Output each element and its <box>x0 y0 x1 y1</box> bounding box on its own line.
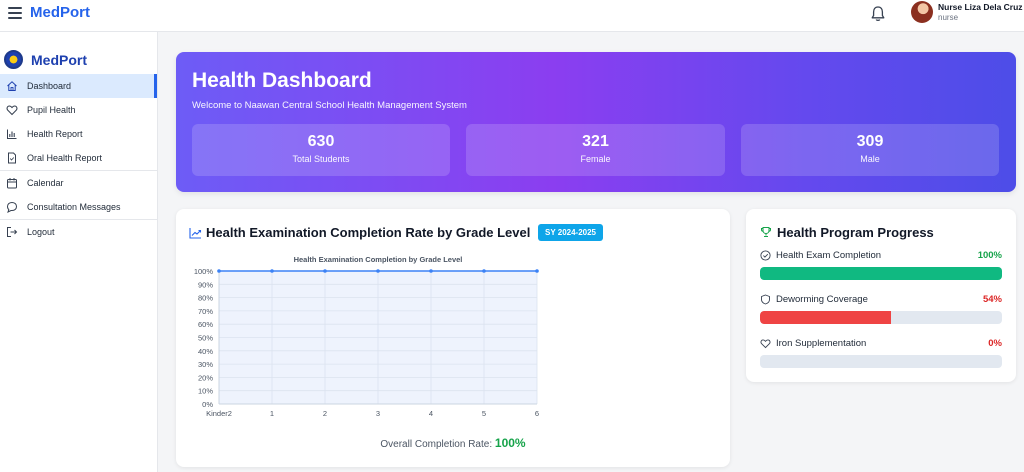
progress-label: Deworming Coverage <box>776 293 868 305</box>
progress-track <box>760 267 1002 280</box>
x-tick-label: Kinder2 <box>206 409 232 418</box>
user-role: nurse <box>938 13 959 22</box>
notification-bell-icon[interactable] <box>870 5 886 23</box>
progress-percent: 54% <box>982 293 1002 305</box>
sidebar-brand-text: MedPort <box>31 51 87 68</box>
completion-rate-card: Health Examination Completion Rate by Gr… <box>176 209 730 467</box>
trophy-icon <box>761 227 771 237</box>
y-tick-label: 50% <box>198 334 213 343</box>
heart-icon <box>760 338 771 348</box>
calendar-icon <box>7 178 17 189</box>
heart-icon <box>6 105 18 116</box>
data-point <box>535 269 539 273</box>
y-tick-label: 70% <box>198 307 213 316</box>
document-icon <box>8 152 16 164</box>
data-point <box>482 269 486 273</box>
stat-male: 309 Male <box>741 124 999 176</box>
progress-iron-supplementation: Iron Supplementation 0% <box>760 336 1002 368</box>
data-point <box>270 269 274 273</box>
y-tick-label: 100% <box>194 267 214 276</box>
completion-line-chart: Health Examination Completion by Grade L… <box>194 255 539 418</box>
top-bar: MedPort Nurse Liza Dela Cruz nurse <box>0 0 1024 32</box>
sidebar-item-label: Logout <box>27 227 55 237</box>
user-name[interactable]: Nurse Liza Dela Cruz <box>938 2 1023 12</box>
overall-completion-rate: Overall Completion Rate: 100% <box>176 436 730 450</box>
data-point <box>323 269 327 273</box>
sidebar-item-logout[interactable]: Logout <box>0 220 157 244</box>
progress-label: Health Exam Completion <box>776 249 882 261</box>
y-tick-label: 90% <box>198 280 213 289</box>
bar-chart-icon <box>7 129 17 139</box>
x-tick-label: 1 <box>270 409 274 418</box>
sidebar: MedPort Dashboard Pupil Health Health Re… <box>0 32 158 472</box>
health-program-progress-card: Health Program Progress Health Exam Comp… <box>746 209 1016 382</box>
y-tick-label: 0% <box>202 400 213 409</box>
progress-track <box>760 355 1002 368</box>
logout-icon <box>7 227 18 237</box>
data-point <box>376 269 380 273</box>
stat-value: 321 <box>582 133 609 150</box>
card-title: Health Program Progress <box>777 225 934 240</box>
sidebar-item-pupil-health[interactable]: Pupil Health <box>0 98 157 122</box>
hamburger-menu-icon[interactable] <box>8 7 22 19</box>
progress-fill <box>760 311 891 324</box>
x-tick-label: 3 <box>376 409 380 418</box>
sidebar-item-oral-health-report[interactable]: Oral Health Report <box>0 146 157 170</box>
shield-icon <box>761 294 770 304</box>
welcome-subtitle: Welcome to Naawan Central School Health … <box>192 100 467 111</box>
sidebar-item-label: Consultation Messages <box>27 202 121 212</box>
progress-percent: 0% <box>988 337 1002 349</box>
y-tick-label: 30% <box>198 360 213 369</box>
x-tick-label: 2 <box>323 409 327 418</box>
sidebar-brand[interactable]: MedPort <box>4 50 87 69</box>
sidebar-item-label: Health Report <box>27 129 83 139</box>
progress-track <box>760 311 1002 324</box>
y-tick-label: 40% <box>198 347 213 356</box>
stat-label: Male <box>860 154 880 164</box>
x-tick-label: 5 <box>482 409 486 418</box>
progress-fill <box>760 267 1002 280</box>
sidebar-item-label: Calendar <box>27 178 64 188</box>
stat-label: Total Students <box>292 154 350 164</box>
data-point <box>217 269 221 273</box>
stat-value: 309 <box>856 133 884 150</box>
check-circle-icon <box>760 249 771 261</box>
stat-total-students: 630 Total Students <box>192 124 450 176</box>
stat-value: 630 <box>307 133 335 150</box>
sidebar-item-calendar[interactable]: Calendar <box>0 171 157 195</box>
dashboard-hero-banner: Health Dashboard Welcome to Naawan Centr… <box>176 52 1016 192</box>
data-point <box>429 269 433 273</box>
page-title: Health Dashboard <box>192 69 372 92</box>
school-logo-icon <box>4 50 23 69</box>
sidebar-item-label: Pupil Health <box>27 105 76 115</box>
sidebar-item-dashboard[interactable]: Dashboard <box>0 74 157 98</box>
x-tick-label: 4 <box>429 409 433 418</box>
overall-value: 100% <box>494 436 526 450</box>
progress-health-exam-completion: Health Exam Completion 100% <box>760 248 1002 280</box>
progress-deworming-coverage: Deworming Coverage 54% <box>760 292 1002 324</box>
y-tick-label: 10% <box>198 387 213 396</box>
user-avatar[interactable] <box>911 1 933 23</box>
sidebar-nav: Dashboard Pupil Health Health Report Ora… <box>0 74 157 244</box>
sidebar-item-health-report[interactable]: Health Report <box>0 122 157 146</box>
sidebar-item-label: Dashboard <box>27 81 72 91</box>
progress-percent: 100% <box>977 249 1002 261</box>
x-tick-label: 6 <box>535 409 539 418</box>
app-brand[interactable]: MedPort <box>30 4 90 21</box>
overall-label: Overall Completion Rate: <box>380 439 493 450</box>
y-tick-label: 80% <box>198 294 213 303</box>
chat-icon <box>6 201 18 213</box>
home-icon <box>7 81 17 91</box>
progress-label: Iron Supplementation <box>776 337 867 349</box>
stat-female: 321 Female <box>466 124 725 176</box>
chart-title: Health Examination Completion by Grade L… <box>294 255 463 264</box>
y-tick-label: 20% <box>198 373 213 382</box>
sidebar-item-label: Oral Health Report <box>27 153 103 163</box>
sidebar-item-consultation-messages[interactable]: Consultation Messages <box>0 195 157 219</box>
stat-label: Female <box>580 154 611 164</box>
y-tick-label: 60% <box>198 320 213 329</box>
